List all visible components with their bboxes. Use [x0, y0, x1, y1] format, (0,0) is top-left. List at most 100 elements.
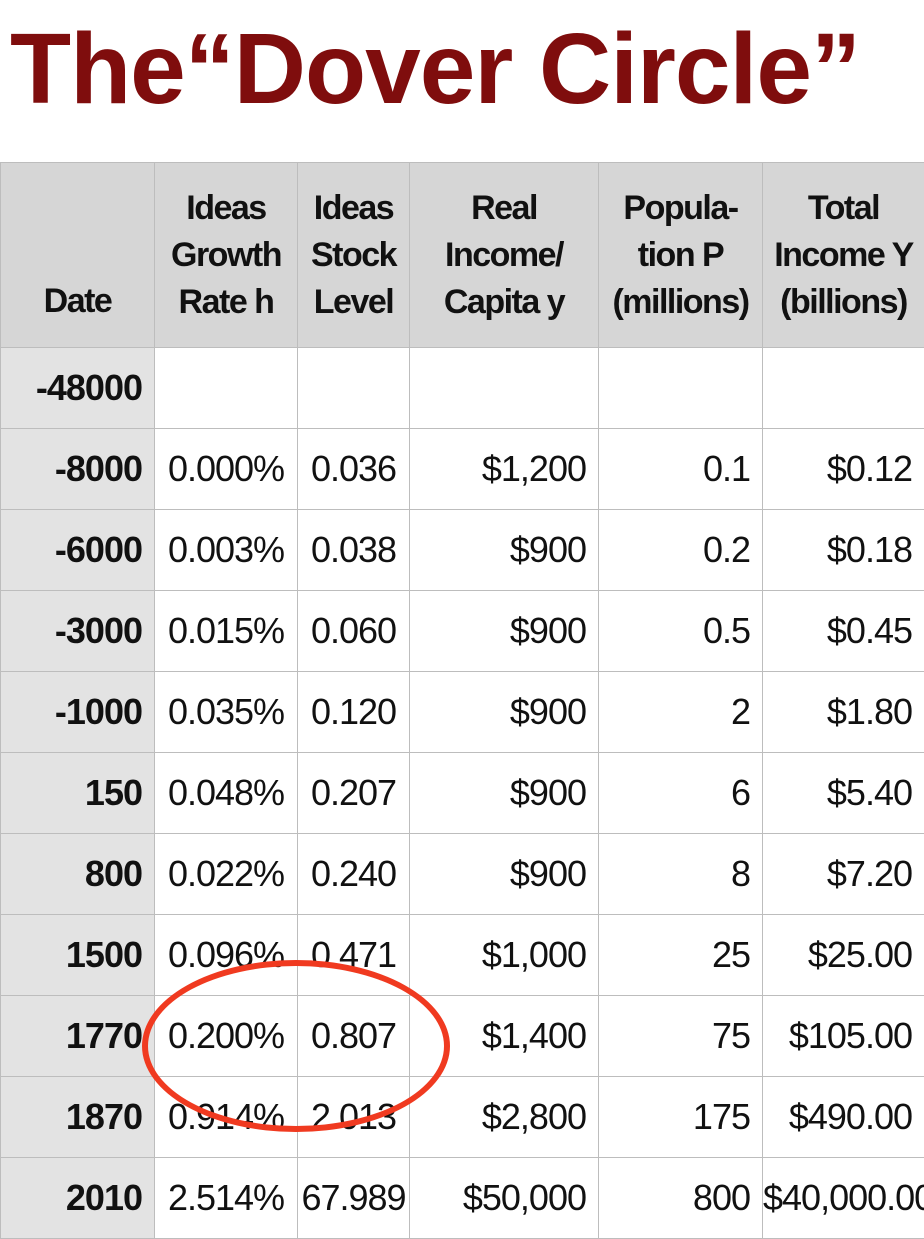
table-row: -48000 — [1, 348, 924, 429]
date-cell: 1770 — [1, 996, 155, 1077]
header-real-income-per-capita: RealIncome/Capita y — [410, 163, 599, 348]
table-row: 1500.048%0.207$9006$5.40 — [1, 753, 924, 834]
growth-rate-cell: 0.096% — [155, 915, 298, 996]
header-line: Real — [410, 185, 598, 232]
header-line: Growth — [155, 232, 297, 279]
stock-level-cell: 0.240 — [298, 834, 410, 915]
growth-rate-cell: 2.514% — [155, 1158, 298, 1239]
stock-level-cell: 0.038 — [298, 510, 410, 591]
population-cell: 8 — [599, 834, 763, 915]
header-date: Date — [1, 163, 155, 348]
date-cell: 2010 — [1, 1158, 155, 1239]
table-row: 20102.514%67.989$50,000800$40,000.00 — [1, 1158, 924, 1239]
header-ideas-stock-level: IdeasStockLevel — [298, 163, 410, 348]
growth-rate-cell: 0.000% — [155, 429, 298, 510]
income-per-capita-cell: $900 — [410, 672, 599, 753]
total-income-cell — [763, 348, 924, 429]
income-per-capita-cell: $1,000 — [410, 915, 599, 996]
header-line: Income/ — [410, 232, 598, 279]
growth-rate-cell: 0.003% — [155, 510, 298, 591]
date-cell: -6000 — [1, 510, 155, 591]
total-income-cell: $105.00 — [763, 996, 924, 1077]
table-row: -30000.015%0.060$9000.5$0.45 — [1, 591, 924, 672]
header-line: Total — [763, 185, 924, 232]
stock-level-cell: 0.060 — [298, 591, 410, 672]
growth-rate-cell: 0.048% — [155, 753, 298, 834]
header-line: (billions) — [763, 279, 924, 326]
page-title: The“Dover Circle” — [10, 14, 860, 124]
stock-level-cell — [298, 348, 410, 429]
table-row: 18700.914%2.013$2,800175$490.00 — [1, 1077, 924, 1158]
header-line: Ideas — [155, 185, 297, 232]
header-total-income: TotalIncome Y(billions) — [763, 163, 924, 348]
growth-rate-cell: 0.200% — [155, 996, 298, 1077]
header-line: Income Y — [763, 232, 924, 279]
stock-level-cell: 0.120 — [298, 672, 410, 753]
total-income-cell: $0.12 — [763, 429, 924, 510]
income-per-capita-cell: $900 — [410, 591, 599, 672]
total-income-cell: $1.80 — [763, 672, 924, 753]
total-income-cell: $40,000.00 — [763, 1158, 924, 1239]
data-table: DateIdeasGrowthRate hIdeasStockLevelReal… — [0, 162, 924, 1239]
population-cell: 800 — [599, 1158, 763, 1239]
date-cell: -1000 — [1, 672, 155, 753]
header-population: Popula-tion P(millions) — [599, 163, 763, 348]
table-header: DateIdeasGrowthRate hIdeasStockLevelReal… — [1, 163, 924, 348]
population-cell: 0.2 — [599, 510, 763, 591]
growth-rate-cell — [155, 348, 298, 429]
total-income-cell: $490.00 — [763, 1077, 924, 1158]
growth-rate-cell: 0.035% — [155, 672, 298, 753]
population-cell: 75 — [599, 996, 763, 1077]
population-cell: 0.1 — [599, 429, 763, 510]
table-row: -60000.003%0.038$9000.2$0.18 — [1, 510, 924, 591]
growth-rate-cell: 0.914% — [155, 1077, 298, 1158]
header-line: Ideas — [298, 185, 409, 232]
stock-level-cell: 2.013 — [298, 1077, 410, 1158]
growth-rate-cell: 0.022% — [155, 834, 298, 915]
date-cell: -8000 — [1, 429, 155, 510]
stock-level-cell: 0.036 — [298, 429, 410, 510]
total-income-cell: $0.18 — [763, 510, 924, 591]
income-per-capita-cell: $1,400 — [410, 996, 599, 1077]
population-cell — [599, 348, 763, 429]
total-income-cell: $7.20 — [763, 834, 924, 915]
date-cell: -3000 — [1, 591, 155, 672]
date-cell: 1870 — [1, 1077, 155, 1158]
income-per-capita-cell: $900 — [410, 834, 599, 915]
header-line: Date — [1, 278, 154, 325]
date-cell: 800 — [1, 834, 155, 915]
total-income-cell: $25.00 — [763, 915, 924, 996]
total-income-cell: $0.45 — [763, 591, 924, 672]
table-body: -48000-80000.000%0.036$1,2000.1$0.12-600… — [1, 348, 924, 1239]
population-cell: 25 — [599, 915, 763, 996]
header-ideas-growth-rate: IdeasGrowthRate h — [155, 163, 298, 348]
stock-level-cell: 0.207 — [298, 753, 410, 834]
income-per-capita-cell: $900 — [410, 510, 599, 591]
date-cell: 1500 — [1, 915, 155, 996]
population-cell: 2 — [599, 672, 763, 753]
header-line: Popula- — [599, 185, 762, 232]
population-cell: 0.5 — [599, 591, 763, 672]
header-line: Stock — [298, 232, 409, 279]
population-cell: 175 — [599, 1077, 763, 1158]
growth-rate-cell: 0.015% — [155, 591, 298, 672]
income-per-capita-cell — [410, 348, 599, 429]
table-row: 8000.022%0.240$9008$7.20 — [1, 834, 924, 915]
stock-level-cell: 0.807 — [298, 996, 410, 1077]
population-cell: 6 — [599, 753, 763, 834]
stock-level-cell: 0.471 — [298, 915, 410, 996]
header-line: (millions) — [599, 279, 762, 326]
date-cell: 150 — [1, 753, 155, 834]
income-per-capita-cell: $50,000 — [410, 1158, 599, 1239]
income-per-capita-cell: $900 — [410, 753, 599, 834]
header-line: Capita y — [410, 279, 598, 326]
table-row: 17700.200%0.807$1,40075$105.00 — [1, 996, 924, 1077]
header-line: Level — [298, 279, 409, 326]
table-row: 15000.096%0.471$1,00025$25.00 — [1, 915, 924, 996]
date-cell: -48000 — [1, 348, 155, 429]
header-line: tion P — [599, 232, 762, 279]
income-per-capita-cell: $2,800 — [410, 1077, 599, 1158]
stock-level-cell: 67.989 — [298, 1158, 410, 1239]
total-income-cell: $5.40 — [763, 753, 924, 834]
header-line: Rate h — [155, 279, 297, 326]
